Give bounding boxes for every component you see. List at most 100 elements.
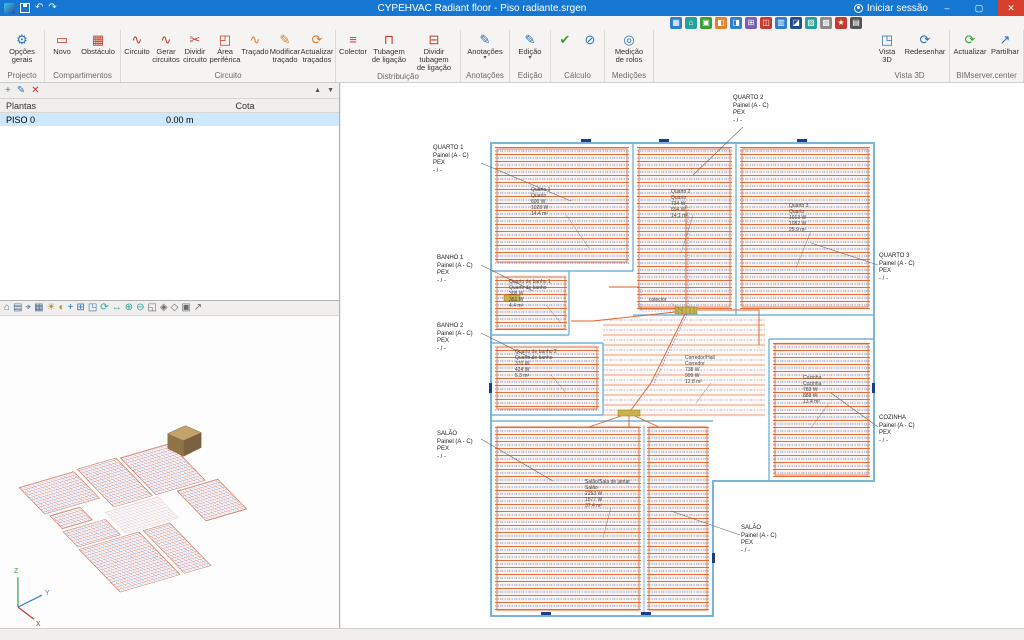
home-view-icon[interactable]: ⌂ <box>4 302 10 314</box>
quick-launch-icon-4[interactable]: ◧ <box>715 17 727 29</box>
chevron-down-icon: ▾ <box>528 56 531 60</box>
pan-icon[interactable]: ↔ <box>112 302 122 314</box>
drawing-area[interactable]: QUARTO 1 Painel (A - C) PEX - / - QUARTO… <box>341 83 1024 628</box>
print-icon[interactable]: ▤ <box>13 302 22 314</box>
level-row-piso0[interactable]: PISO 0 0.00 m <box>0 113 339 126</box>
tubagem-ligacao-button[interactable]: ⊓ Tubagem de ligação <box>369 31 409 64</box>
measure-icon[interactable]: ⌖ <box>26 302 32 314</box>
dividir-circuito-button[interactable]: ✂ Dividir circuito <box>181 31 209 64</box>
quick-launch-icon-10[interactable]: ▨ <box>805 17 817 29</box>
ribbon-group-anotacoes: ✎ Anotações ▾ Anotações <box>461 30 510 82</box>
callout-cozinha: COZINHA Painel (A - C) PEX - / - <box>879 415 915 445</box>
move-down-button[interactable]: ▼ <box>327 85 334 97</box>
medicao-rolos-button[interactable]: ◎ Medição de rolos <box>607 31 651 64</box>
ribbon-group-medicoes: ◎ Medição de rolos Medições <box>605 30 654 82</box>
novo-button[interactable]: ▭ Novo <box>47 31 77 56</box>
levels-toolbar: + ✎ ✕ ▲ ▼ <box>0 83 339 99</box>
quick-launch-icon-3[interactable]: ▣ <box>700 17 712 29</box>
zoom-in-icon[interactable]: ⊕ <box>125 302 133 314</box>
zoom-window-icon[interactable]: ◱ <box>147 302 156 314</box>
grid-icon[interactable]: ⊞ <box>76 302 84 314</box>
user-icon <box>854 4 863 13</box>
undo-icon[interactable]: ↶ <box>35 3 43 13</box>
zoom-out-icon[interactable]: ⊖ <box>136 302 144 314</box>
views-cube-icon[interactable]: ◳ <box>88 302 97 314</box>
button-label: Modificar traçado <box>270 48 300 64</box>
quick-launch-icon-9[interactable]: ◪ <box>790 17 802 29</box>
chevron-down-icon: ▾ <box>483 56 486 60</box>
opcoes-gerais-button[interactable]: ⚙ Opções gerais <box>2 31 42 64</box>
quick-launch-icon-13[interactable]: ▤ <box>850 17 862 29</box>
periphery-icon: ◰ <box>219 33 231 48</box>
quick-launch-icon-12[interactable]: ★ <box>835 17 847 29</box>
minimize-button[interactable]: – <box>934 0 960 16</box>
zoom-extents-icon[interactable]: ◈ <box>160 302 168 314</box>
anular-calculo-button[interactable]: ⊘ <box>578 31 602 48</box>
button-label: Tubagem de ligação <box>372 48 406 64</box>
save-icon[interactable] <box>20 3 30 13</box>
axes-icon[interactable]: + <box>68 302 74 314</box>
quick-launch-icon-6[interactable]: ⊞ <box>745 17 757 29</box>
quick-launch-icon-2[interactable]: ⌂ <box>685 17 697 29</box>
button-label: Medição de rolos <box>615 48 643 64</box>
room-label-quarto3: Quarto 3 Quarto 1013 W 1082 W 25.9 m² <box>789 203 808 233</box>
group-label: Edição <box>512 71 548 82</box>
room-icon: ▭ <box>56 33 68 48</box>
group-label: BIMserver.center <box>952 71 1021 82</box>
title-bar: ↶ ↷ CYPEHVAC Radiant floor - Piso radian… <box>0 0 1024 16</box>
perspective-icon[interactable]: ◇ <box>171 302 179 314</box>
level-name: PISO 0 <box>0 115 160 125</box>
redo-icon[interactable]: ↷ <box>48 3 56 13</box>
colector-button[interactable]: ≡ Colector <box>338 31 368 56</box>
dividir-tubagem-button[interactable]: ⊟ Dividir tubagem de ligação <box>410 31 458 72</box>
edicao-button[interactable]: ✎ Edição ▾ <box>512 31 548 60</box>
axis-z-label: Z <box>14 568 19 575</box>
close-button[interactable]: ✕ <box>998 0 1024 16</box>
group-label: Projecto <box>2 71 42 82</box>
column-header-cota: Cota <box>160 101 330 111</box>
edit-level-button[interactable]: ✎ <box>17 85 25 97</box>
area-periferica-button[interactable]: ◰ Área periférica <box>210 31 240 64</box>
quick-launch-icon-8[interactable]: ▥ <box>775 17 787 29</box>
sign-in-label: Iniciar sessão <box>867 3 928 14</box>
quick-launch-icon-7[interactable]: ◫ <box>760 17 772 29</box>
sign-in-button[interactable]: Iniciar sessão <box>854 3 928 14</box>
solid-view-icon[interactable]: ▣ <box>181 302 190 314</box>
add-level-button[interactable]: + <box>5 85 11 97</box>
button-label: Vista 3D <box>879 48 896 64</box>
viewer3d-canvas[interactable]: Z Y X <box>0 316 339 628</box>
tracado-button[interactable]: ∿ Traçado <box>241 31 269 56</box>
quick-launch-icon-5[interactable]: ◨ <box>730 17 742 29</box>
calcular-button[interactable]: ✔ <box>553 31 577 48</box>
button-label: Gerar circuitos <box>152 48 180 64</box>
titlebar-left-icons: ↶ ↷ <box>0 3 110 14</box>
partilhar-button[interactable]: ↗ Partilhar <box>989 31 1021 56</box>
light-icon[interactable]: ☀ <box>47 302 56 314</box>
circuito-button[interactable]: ∿ Circuito <box>123 31 151 56</box>
anotacoes-button[interactable]: ✎ Anotações ▾ <box>463 31 507 60</box>
orbit-icon[interactable]: ⟳ <box>100 302 108 314</box>
group-label: Circuito <box>123 71 333 82</box>
collector-icon: ≡ <box>349 33 357 48</box>
fullscreen-icon[interactable]: ↗ <box>194 302 202 314</box>
actualizar-bim-button[interactable]: ⟳ Actualizar <box>952 31 988 56</box>
quick-launch-icon-1[interactable]: ▦ <box>670 17 682 29</box>
button-label: Opções gerais <box>9 48 35 64</box>
redesenhar-button[interactable]: ⟳ Redesenhar <box>903 31 947 56</box>
modificar-tracado-button[interactable]: ✎ Modificar traçado <box>270 31 300 64</box>
viewer3d-scene[interactable]: Z Y X <box>0 316 339 627</box>
shadow-icon[interactable]: ◐ <box>59 302 65 314</box>
move-up-button[interactable]: ▲ <box>314 85 321 97</box>
vista-3d-button[interactable]: ◳ Vista 3D <box>872 31 902 64</box>
maximize-button[interactable]: ▢ <box>966 0 992 16</box>
obstaculo-button[interactable]: ▦ Obstáculo <box>78 31 118 56</box>
axis-x-label: X <box>36 621 41 627</box>
quick-launch-icon-11[interactable]: ▩ <box>820 17 832 29</box>
texture-icon[interactable]: ▦ <box>34 302 43 314</box>
gerar-circuitos-button[interactable]: ∿ Gerar circuitos <box>152 31 180 64</box>
room-label-salao: Salão/Sala de jantar Salão 2253 W 1877 W… <box>585 479 630 509</box>
delete-level-button[interactable]: ✕ <box>31 85 39 97</box>
ribbon-group-projecto: ⚙ Opções gerais Projecto <box>0 30 45 82</box>
actualizar-tracados-button[interactable]: ⟳ Actualizar traçados <box>301 31 333 64</box>
ribbon-group-distribuicao: ≡ Colector ⊓ Tubagem de ligação ⊟ Dividi… <box>336 30 461 82</box>
